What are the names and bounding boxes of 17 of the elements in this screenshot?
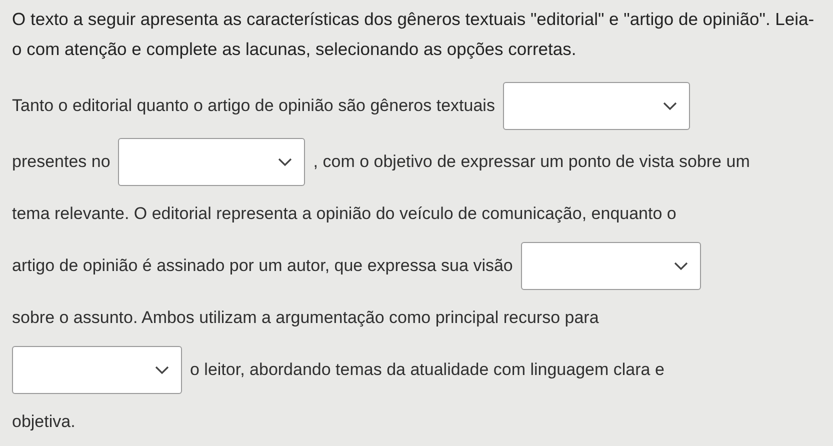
chevron-down-icon	[662, 102, 677, 110]
answer-dropdown[interactable]	[118, 138, 306, 186]
chevron-down-icon	[674, 262, 688, 270]
passage-text: o leitor, abordando temas da atualidade com linguagem clara e	[190, 360, 664, 380]
chevron-down-icon	[155, 366, 169, 374]
instructions-text: O texto a seguir apresenta as características dos gêneros textuais "editorial" e "artigo de opinião". Leia-o com atenção e complete as lacunas, selecionando as opções corretas.	[12, 8, 816, 61]
answer-dropdown[interactable]	[520, 242, 701, 290]
passage-text: , com o objetivo de expressar um ponto de vista sobre um	[313, 152, 750, 172]
passage-text: objetiva.	[12, 412, 76, 432]
passage-text: presentes no	[12, 152, 110, 172]
chevron-down-icon	[278, 158, 292, 166]
answer-dropdown[interactable]	[502, 82, 690, 130]
answer-dropdown[interactable]	[12, 346, 182, 394]
passage-text: tema relevante. O editorial representa a opinião do veículo de comunicação, enquanto o	[12, 204, 676, 224]
passage-text: artigo de opinião é assinado por um autor, que expressa sua visão	[12, 256, 513, 276]
passage-text: sobre o assunto. Ambos utilizam a argumentação como principal recurso para	[12, 308, 599, 328]
passage-text: Tanto o editorial quanto o artigo de opinião são gêneros textuais	[12, 96, 495, 116]
